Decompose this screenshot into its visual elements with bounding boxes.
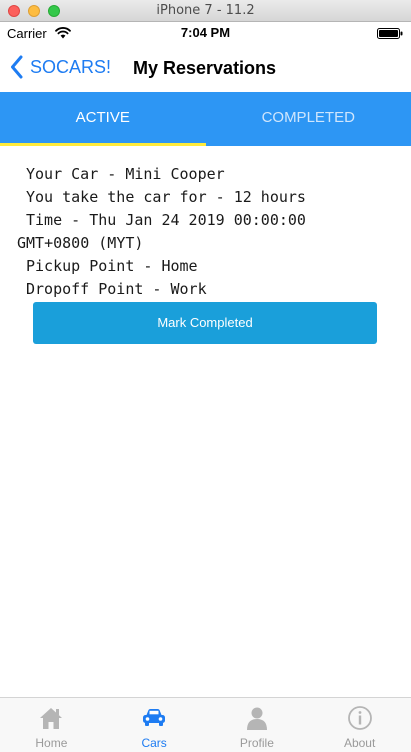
info-icon bbox=[347, 706, 372, 730]
bottom-tab-profile[interactable]: Profile bbox=[206, 698, 309, 752]
dropoff-info: Dropoff Point - Work bbox=[26, 280, 207, 298]
bottom-tab-home-label: Home bbox=[35, 736, 68, 750]
car-info: Your Car - Mini Cooper bbox=[26, 165, 225, 183]
bottom-tab-cars[interactable]: Cars bbox=[103, 698, 206, 752]
status-time: 7:04 PM bbox=[180, 25, 231, 40]
bottom-tab-about-label: About bbox=[343, 736, 376, 750]
pickup-info: Pickup Point - Home bbox=[26, 257, 198, 275]
bottom-tab-cars-label: Cars bbox=[141, 736, 167, 750]
tab-active-label: ACTIVE bbox=[75, 109, 130, 126]
mark-completed-button[interactable]: Mark Completed bbox=[33, 302, 377, 344]
car-icon bbox=[143, 709, 166, 726]
back-button-label: SOCARS! bbox=[30, 56, 112, 77]
page-title: My Reservations bbox=[133, 58, 277, 78]
profile-icon bbox=[246, 707, 267, 730]
bottom-tab-home[interactable]: Home bbox=[0, 698, 103, 752]
battery-icon bbox=[377, 28, 403, 39]
bottom-tab-about[interactable]: About bbox=[308, 698, 411, 752]
chevron-left-icon bbox=[11, 55, 23, 79]
home-icon bbox=[40, 708, 63, 729]
tab-indicator bbox=[0, 143, 206, 146]
reservation-tabs: ACTIVE COMPLETED bbox=[0, 92, 411, 146]
bottom-tab-bar: Home Cars Profile About bbox=[0, 697, 411, 752]
duration-info: You take the car for - 12 hours bbox=[26, 188, 306, 206]
tab-completed[interactable]: COMPLETED bbox=[206, 92, 411, 146]
bottom-tab-profile-label: Profile bbox=[239, 736, 274, 750]
time-info: Time - Thu Jan 24 2019 00:00:00 bbox=[26, 211, 306, 229]
time-info-continued: GMT+0800 (MYT) bbox=[17, 234, 144, 252]
navigation-bar: SOCARS! My Reservations bbox=[0, 44, 411, 92]
simulator-title-bar: iPhone 7 - 11.2 bbox=[0, 0, 411, 22]
status-bar: Carrier 7:04 PM bbox=[0, 22, 411, 44]
window-title: iPhone 7 - 11.2 bbox=[156, 3, 255, 18]
tab-completed-label: COMPLETED bbox=[261, 109, 355, 126]
tab-active[interactable]: ACTIVE bbox=[0, 92, 206, 146]
back-button[interactable]: SOCARS! bbox=[10, 55, 111, 79]
